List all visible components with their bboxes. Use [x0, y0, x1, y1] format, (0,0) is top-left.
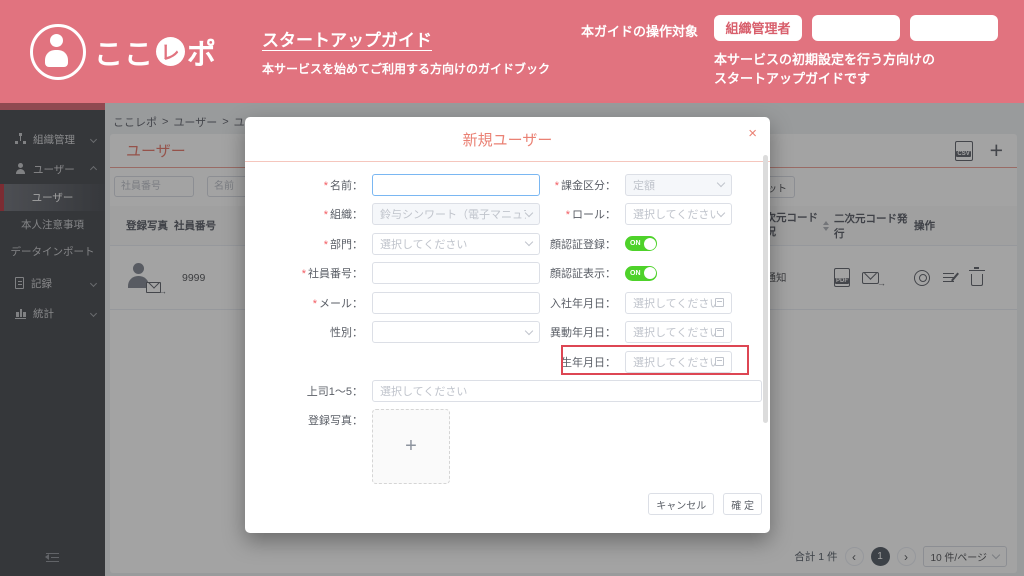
target-description-line2: スタートアップガイドです	[714, 69, 998, 89]
gender-label: 性別：	[245, 324, 372, 340]
gender-select[interactable]	[372, 321, 540, 343]
top-header: ここ レ ポ スタートアップガイド 本サービスを始めてご利用する方向けのガイドブ…	[0, 0, 1024, 103]
hire-date-label: 入社年月日：	[540, 295, 625, 311]
chevron-down-icon	[717, 179, 725, 187]
face-display-toggle[interactable]: ON	[625, 266, 657, 281]
cancel-button[interactable]: キャンセル	[648, 493, 714, 515]
target-description: 本サービスの初期設定を行う方向けの スタートアップガイドです	[714, 50, 998, 89]
calendar-icon	[715, 298, 724, 307]
photo-label: 登録写真：	[245, 406, 372, 428]
target-block: 本ガイドの操作対象 組織管理者 本サービスの初期設定を行う方向けの スタートアッ…	[581, 15, 998, 89]
page: ここ レ ポ スタートアップガイド 本サービスを始めてご利用する方向けのガイドブ…	[0, 0, 1024, 576]
transfer-date-picker[interactable]: 選択してください	[625, 321, 732, 343]
employee-no-label: *社員番号：	[245, 265, 372, 281]
modal-title: 新規ユーザー	[463, 129, 553, 150]
close-icon[interactable]: ×	[748, 126, 757, 141]
employee-no-input[interactable]	[372, 262, 540, 284]
target-right: 組織管理者 本サービスの初期設定を行う方向けの スタートアップガイドです	[714, 15, 998, 89]
org-label: *組織：	[245, 206, 372, 222]
target-label: 本ガイドの操作対象	[581, 21, 698, 40]
chevron-down-icon	[525, 238, 533, 246]
role-badge-org-admin: 組織管理者	[714, 15, 802, 41]
billing-label: *課金区分：	[540, 177, 625, 193]
chevron-down-icon	[525, 327, 533, 335]
logo-accent-circle: レ	[156, 37, 185, 66]
guide-block: スタートアップガイド 本サービスを始めてご利用する方向けのガイドブック	[262, 26, 550, 77]
plus-icon: +	[405, 435, 417, 458]
mascot-icon	[30, 24, 86, 80]
face-display-label: 顔認証表示：	[540, 265, 625, 281]
guide-title: スタートアップガイド	[262, 26, 550, 51]
app-logo: ここ レ ポ	[30, 24, 248, 80]
dept-select[interactable]: 選択してください	[372, 233, 540, 255]
role-select[interactable]: 選択してください	[625, 203, 732, 225]
face-register-toggle[interactable]: ON	[625, 236, 657, 251]
guide-subtitle: 本サービスを始めてご利用する方向けのガイドブック	[262, 60, 550, 77]
confirm-button[interactable]: 確 定	[723, 493, 762, 515]
boss-label: 上司1～5：	[245, 383, 372, 399]
photo-upload-box[interactable]: +	[372, 409, 450, 484]
logo-part2: ポ	[187, 31, 217, 73]
org-select[interactable]: 鈴与シンワート（電子マニュアル）	[372, 203, 540, 225]
birth-date-picker[interactable]: 選択してください	[625, 351, 732, 373]
modal-scrollbar-thumb[interactable]	[763, 155, 768, 423]
target-description-line1: 本サービスの初期設定を行う方向けの	[714, 50, 998, 70]
new-user-modal: 新規ユーザー × *名前： *課金区分： 定額 *組織： 鈴与シンワート（電子マ…	[245, 117, 770, 533]
face-register-label: 顔認証登録：	[540, 236, 625, 252]
email-label: *メール：	[245, 295, 372, 311]
logo-part1: ここ	[94, 31, 154, 73]
boss-select[interactable]: 選択してください	[372, 380, 762, 402]
role-label: *ロール：	[540, 206, 625, 222]
hire-date-picker[interactable]: 選択してください	[625, 292, 732, 314]
role-badge-empty-2	[910, 15, 998, 41]
email-input[interactable]	[372, 292, 540, 314]
logo-text: ここ レ ポ	[94, 31, 217, 73]
chevron-down-icon	[525, 209, 533, 217]
dept-label: *部門：	[245, 236, 372, 252]
calendar-icon	[715, 328, 724, 337]
calendar-icon	[715, 357, 724, 366]
name-label: *名前：	[245, 177, 372, 193]
role-badge-empty-1	[812, 15, 900, 41]
transfer-date-label: 異動年月日：	[540, 324, 625, 340]
name-input[interactable]	[372, 174, 540, 196]
birth-date-label: 生年月日：	[540, 354, 625, 370]
billing-select[interactable]: 定額	[625, 174, 732, 196]
chevron-down-icon	[717, 209, 725, 217]
role-badges: 組織管理者	[714, 15, 998, 41]
